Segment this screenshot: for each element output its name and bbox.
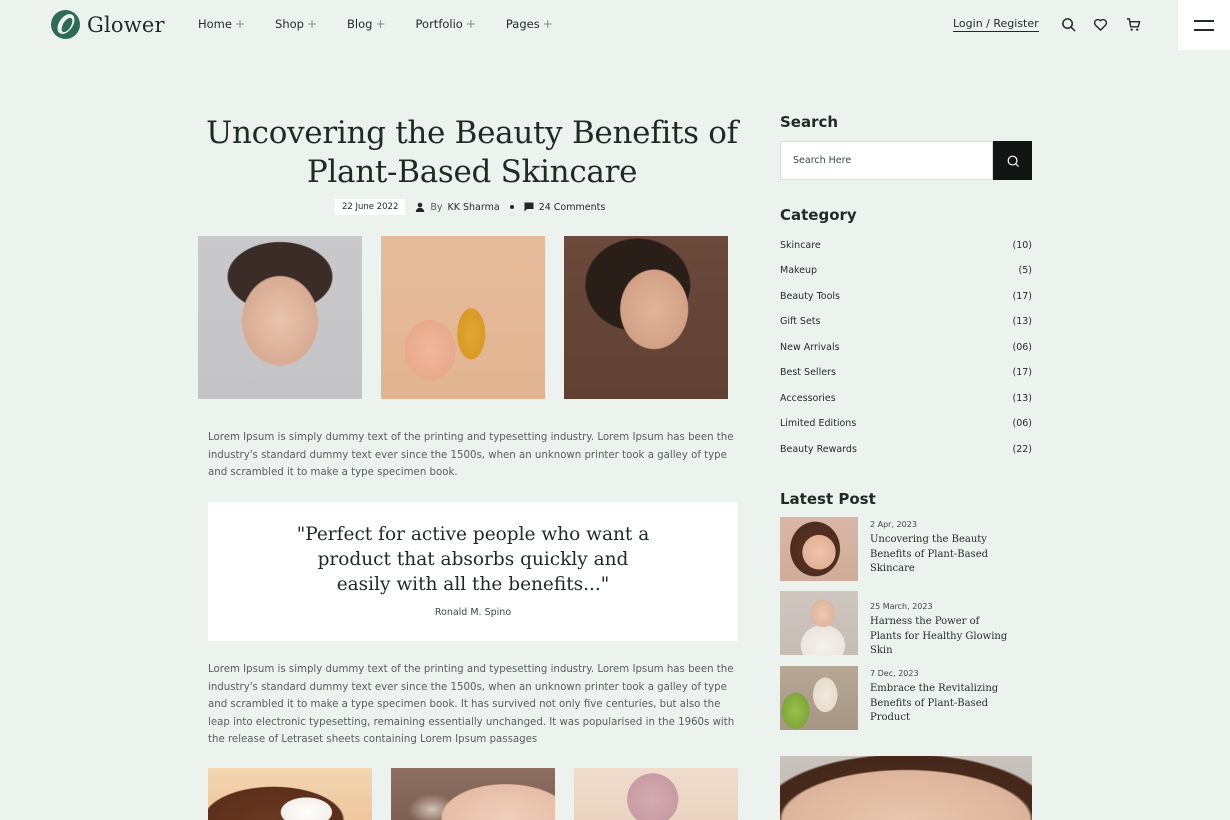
latest-post-date: 2 Apr, 2023 [870,520,917,529]
nav-label: Shop [275,17,304,31]
login-register-link[interactable]: Login / Register [953,17,1039,32]
category-item[interactable]: Accessories (13) [780,393,1032,404]
plus-icon: + [375,17,386,31]
category-count: (13) [1012,316,1032,327]
category-count: (17) [1012,291,1032,302]
category-count: (10) [1012,240,1032,251]
plus-icon: + [465,17,476,31]
search-icon [1007,155,1019,167]
main-nav: Home + Shop + Blog + Portfolio + Pages + [198,17,583,31]
nav-label: Pages [505,17,540,31]
cart-icon[interactable] [1126,17,1142,33]
hamburger-menu-button[interactable] [1178,0,1230,50]
nav-item-shop[interactable]: Shop + [275,17,317,31]
article-date: 22 June 2022 [335,199,406,215]
category-count: (06) [1012,342,1032,353]
category-item[interactable]: Beauty Tools (17) [780,291,1032,302]
article-paragraph-1: Lorem Ipsum is simply dummy text of the … [208,432,734,478]
nav-label: Home [198,17,232,31]
category-name: Best Sellers [780,367,836,378]
category-item[interactable]: Skincare (10) [780,240,1032,251]
quote-author: Ronald M. Spino [434,607,512,618]
user-icon [416,202,425,212]
category-count: (06) [1012,418,1032,429]
latest-post-item[interactable]: 25 March, 2023 Harness the Power of Plan… [780,591,1032,656]
sidebar-banner-image[interactable] [780,756,1032,820]
latest-post-title[interactable]: Embrace the Revitalizing Benefits of Pla… [870,682,1010,726]
category-item[interactable]: Gift Sets (13) [780,316,1032,327]
article-paragraph-2: Lorem Ipsum is simply dummy text of the … [208,664,735,745]
article-image-tube [574,768,738,820]
nav-item-blog[interactable]: Blog + [347,17,385,31]
plus-icon: + [542,17,553,31]
hamburger-line [1194,19,1214,22]
category-count: (17) [1012,367,1032,378]
category-count: (22) [1012,444,1032,455]
latest-post-item[interactable]: 7 Dec, 2023 Embrace the Revitalizing Ben… [780,666,1032,731]
category-name: Beauty Rewards [780,444,857,455]
latest-post-title[interactable]: Harness the Power of Plants for Healthy … [870,615,1010,659]
search-icon[interactable] [1061,17,1077,33]
plus-icon: + [306,17,318,31]
site-header: Glower Home + Shop + Blog + Portfolio + Page… [0,0,1230,50]
nav-label: Portfolio [415,17,463,31]
nav-item-pages[interactable]: Pages + [506,17,553,31]
category-name: Beauty Tools [780,291,840,302]
brand-logo[interactable]: Glower [51,10,165,39]
search-heading: Search [780,113,839,131]
category-name: New Arrivals [780,342,840,353]
category-name: Makeup [780,265,818,276]
category-name: Limited Editions [780,418,857,429]
article-image-face-1 [198,236,362,399]
latest-post-date: 7 Dec, 2023 [870,669,919,678]
article-image-serum [381,236,545,399]
article-image-eye [391,768,555,820]
article-title: Uncovering the Beauty Benefits of Plant-… [206,115,738,190]
brand-name: Glower [87,12,165,37]
comment-icon [524,202,534,212]
search-input[interactable]: Search Here [780,141,993,180]
search-submit-button[interactable] [993,141,1032,180]
author-name: KK Sharma [447,201,500,213]
nav-label: Blog [347,17,373,31]
quote-text: "Perfect for active people who want a pr… [296,524,650,595]
latest-post-item[interactable]: 2 Apr, 2023 Uncovering the Beauty Benefi… [780,517,1032,582]
category-count: (5) [1018,265,1032,276]
latest-post-title[interactable]: Uncovering the Beauty Benefits of Plant-… [870,533,1010,577]
category-name: Accessories [780,393,836,404]
comments-count: 24 Comments [538,201,606,213]
article-meta: 22 June 2022 By KK Sharma 24 Comments [335,199,605,215]
category-item[interactable]: Best Sellers (17) [780,367,1032,378]
category-count: (13) [1012,393,1032,404]
latest-post-date: 25 March, 2023 [870,602,933,611]
hamburger-line [1194,28,1214,31]
blockquote: "Perfect for active people who want a pr… [208,502,738,641]
article-image-cream [208,768,372,820]
category-heading: Category [780,206,857,224]
article-comments[interactable]: 24 Comments [524,201,606,213]
latest-post-thumbnail[interactable] [780,517,858,581]
meta-separator [509,205,514,209]
nav-item-portfolio[interactable]: Portfolio + [416,17,476,31]
category-item[interactable]: Limited Editions (06) [780,418,1032,429]
category-name: Gift Sets [780,316,821,327]
heart-icon[interactable] [1093,17,1109,33]
leaf-logo-icon [51,10,80,39]
latest-post-thumbnail[interactable] [780,666,858,730]
category-item[interactable]: Beauty Rewards (22) [780,444,1032,455]
plus-icon: + [234,17,246,31]
category-item[interactable]: Makeup (5) [780,265,1032,276]
latest-post-heading: Latest Post [780,490,876,508]
nav-item-home[interactable]: Home + [198,17,245,31]
by-label: By [430,201,443,213]
category-name: Skincare [780,240,821,251]
latest-post-thumbnail[interactable] [780,591,858,655]
article-author[interactable]: By KK Sharma [415,201,500,213]
category-item[interactable]: New Arrivals (06) [780,342,1032,353]
article-image-face-2 [564,236,728,399]
